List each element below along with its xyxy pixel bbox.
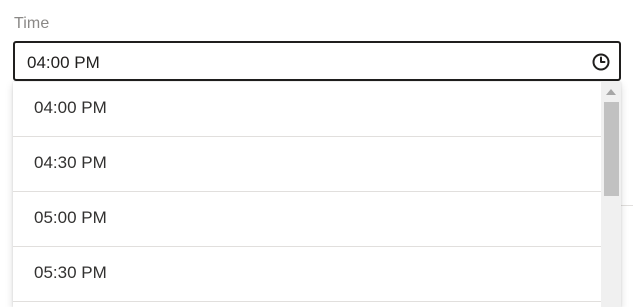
time-option-label: 05:30 PM bbox=[34, 263, 107, 282]
scroll-up-arrow-icon[interactable] bbox=[606, 89, 616, 95]
time-dropdown-list: 04:00 PM 04:30 PM 05:00 PM 05:30 PM bbox=[13, 82, 621, 307]
time-input[interactable]: 04:00 PM bbox=[13, 41, 621, 81]
time-option-label: 04:30 PM bbox=[34, 153, 107, 172]
time-field-label: Time bbox=[14, 15, 50, 32]
scroll-thumb[interactable] bbox=[604, 102, 619, 196]
time-option-label: 04:00 PM bbox=[34, 98, 107, 117]
background-divider bbox=[621, 205, 633, 206]
time-option[interactable]: 04:30 PM bbox=[13, 137, 601, 192]
time-options: 04:00 PM 04:30 PM 05:00 PM 05:30 PM bbox=[13, 82, 601, 302]
scrollbar[interactable] bbox=[601, 82, 621, 307]
time-option-label: 05:00 PM bbox=[34, 208, 107, 227]
time-option[interactable]: 05:30 PM bbox=[13, 247, 601, 302]
clock-icon[interactable] bbox=[591, 52, 611, 72]
time-option[interactable]: 05:00 PM bbox=[13, 192, 601, 247]
time-input-value[interactable]: 04:00 PM bbox=[27, 53, 100, 73]
time-option[interactable]: 04:00 PM bbox=[13, 82, 601, 137]
